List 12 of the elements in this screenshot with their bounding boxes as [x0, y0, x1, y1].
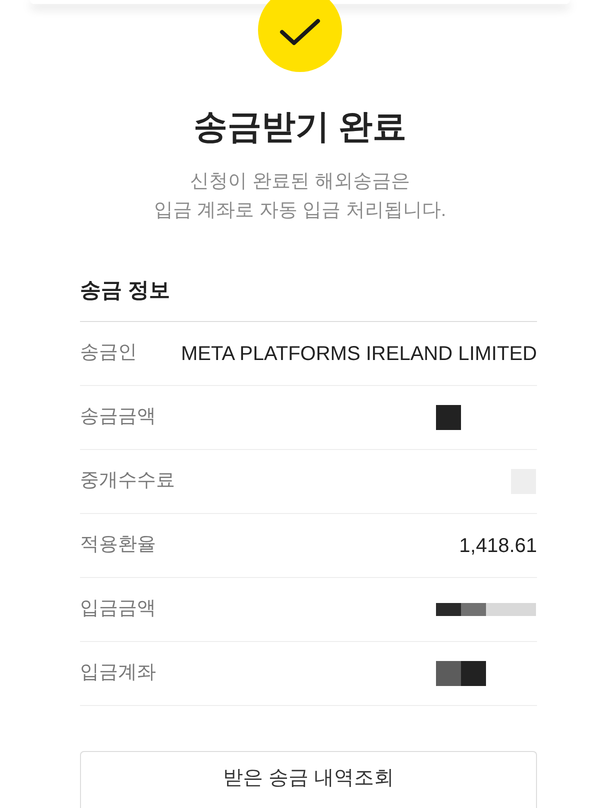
field-value: META PLATFORMS IRELAND LIMITED [181, 342, 537, 366]
history-button[interactable]: 받은 송금 내역조회 [80, 751, 537, 808]
field-label: 중개수수료 [80, 469, 175, 494]
section-title: 송금 정보 [80, 278, 171, 304]
field-label: 송금금액 [80, 405, 156, 430]
field-label: 입금금액 [80, 597, 156, 622]
field-label: 송금인 [80, 341, 137, 366]
description-text: 신청이 완료된 해외송금은 입금 계좌로 자동 입금 처리됩니다. [154, 170, 446, 223]
field-label: 적용환율 [80, 533, 156, 558]
field-value: 1,418.61 [459, 534, 537, 558]
page-title: 송금받기 완료 [193, 107, 407, 147]
field-label: 입금계좌 [80, 661, 156, 686]
